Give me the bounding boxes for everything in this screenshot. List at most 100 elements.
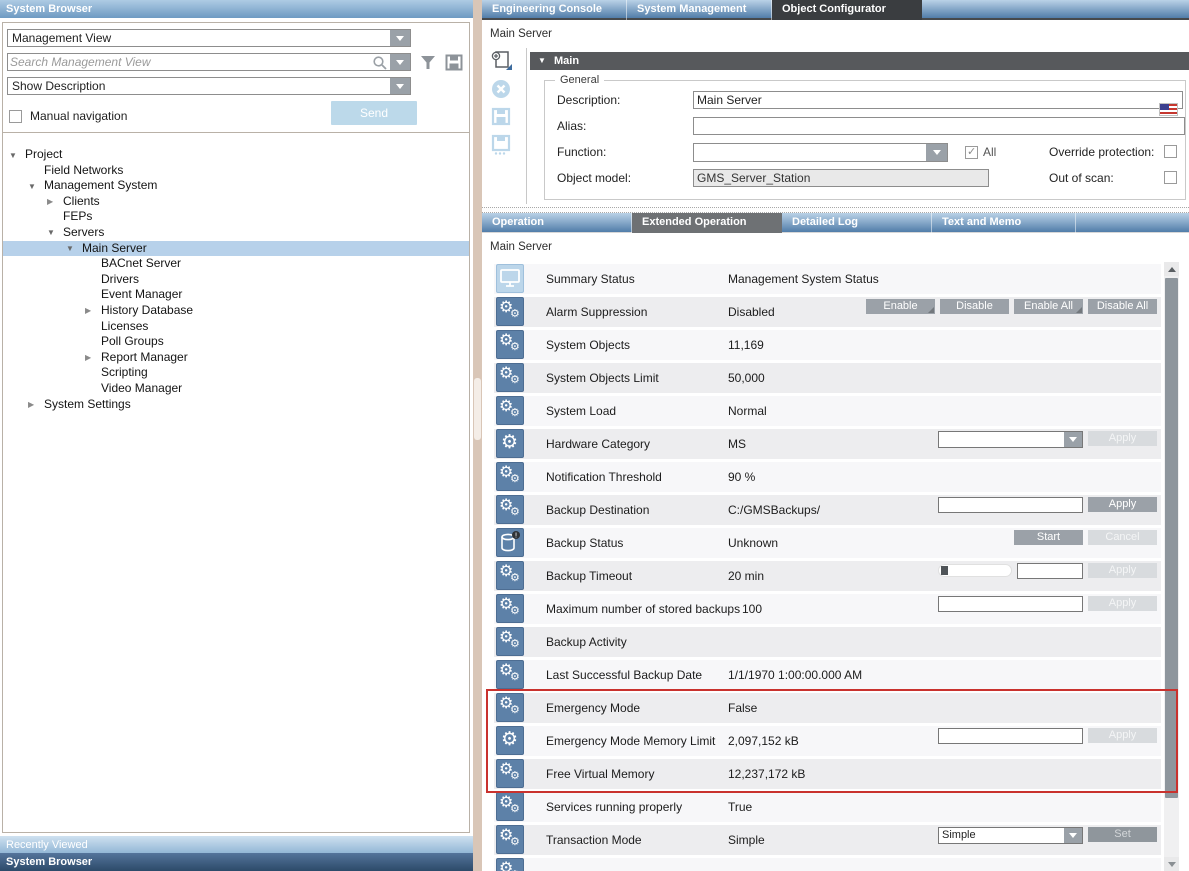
tree-item-main-server[interactable]: Main Server — [3, 241, 469, 257]
tree-item-clients[interactable]: Clients — [3, 194, 469, 210]
recently-viewed-bar[interactable]: Recently Viewed — [0, 835, 473, 853]
property-row[interactable]: ⚙⚙ — [494, 858, 1161, 871]
property-row[interactable]: Summary Status Management System Status — [494, 264, 1161, 294]
property-row[interactable]: ⚙⚙ Alarm Suppression Disabled Enable Dis… — [494, 297, 1161, 327]
tree-item-report-manager[interactable]: Report Manager — [3, 350, 469, 366]
property-row[interactable]: ⚙ Emergency Mode Memory Limit 2,097,152 … — [494, 726, 1161, 756]
search-input[interactable] — [10, 55, 370, 69]
expand-icon[interactable] — [85, 302, 101, 319]
tab-text-and-memo[interactable]: Text and Memo — [932, 213, 1076, 233]
start-button[interactable]: Start — [1014, 530, 1083, 545]
scroll-down-icon[interactable] — [1164, 857, 1179, 871]
apply-button[interactable]: Apply — [1088, 497, 1157, 512]
enable-all-button[interactable]: Enable All — [1014, 299, 1083, 314]
save-as-icon[interactable] — [490, 134, 514, 156]
new-object-icon[interactable] — [490, 50, 514, 72]
property-row[interactable]: ! Backup Status Unknown Start Cancel — [494, 528, 1161, 558]
system-browser-bar[interactable]: System Browser — [0, 853, 473, 871]
function-dropdown[interactable] — [693, 143, 948, 162]
backup-destination-input[interactable] — [938, 497, 1083, 513]
property-row[interactable]: ⚙⚙ Maximum number of stored backups 100 … — [494, 594, 1161, 624]
description-field[interactable] — [693, 91, 1183, 109]
override-protection-checkbox[interactable] — [1164, 145, 1177, 158]
list-scrollbar[interactable] — [1164, 262, 1179, 871]
manual-navigation-checkbox[interactable] — [9, 110, 22, 123]
property-row[interactable]: ⚙⚙ System Load Normal — [494, 396, 1161, 426]
tree-item-servers[interactable]: Servers — [3, 225, 469, 241]
cancel-circle-icon[interactable] — [490, 78, 514, 100]
tree-item-project[interactable]: Project — [3, 147, 469, 163]
chevron-down-icon[interactable] — [1064, 432, 1082, 447]
property-row[interactable]: ⚙ Hardware Category MS Apply — [494, 429, 1161, 459]
tree-item-management-system[interactable]: Management System — [3, 178, 469, 194]
collapse-icon[interactable] — [28, 178, 44, 195]
tree-item-poll-groups[interactable]: Poll Groups — [3, 334, 469, 350]
tab-extended-operation[interactable]: Extended Operation — [632, 213, 782, 233]
tree-item-bacnet-server[interactable]: BACnet Server — [3, 256, 469, 272]
tree-item-feps[interactable]: FEPs — [3, 209, 469, 225]
filter-icon[interactable] — [419, 54, 437, 71]
enable-button[interactable]: Enable — [866, 299, 935, 314]
collapse-icon[interactable] — [47, 224, 63, 241]
property-row[interactable]: ⚙⚙ Services running properly True — [494, 792, 1161, 822]
expand-icon[interactable] — [28, 396, 44, 413]
tree-item-video-manager[interactable]: Video Manager — [3, 381, 469, 397]
all-checkbox[interactable] — [965, 146, 978, 159]
expand-icon[interactable] — [47, 193, 63, 210]
tab-system-management[interactable]: System Management — [627, 0, 772, 20]
chevron-down-icon[interactable] — [926, 144, 947, 161]
property-row[interactable]: ⚙⚙ Backup Destination C:/GMSBackups/ App… — [494, 495, 1161, 525]
cancel-button[interactable]: Cancel — [1088, 530, 1157, 545]
property-row[interactable]: ⚙⚙ Last Successful Backup Date 1/1/1970 … — [494, 660, 1161, 690]
apply-button[interactable]: Apply — [1088, 728, 1157, 743]
view-selector[interactable]: Management View — [7, 29, 411, 47]
tab-operation[interactable]: Operation — [482, 213, 632, 233]
disable-button[interactable]: Disable — [940, 299, 1009, 314]
emergency-memory-limit-input[interactable] — [938, 728, 1083, 744]
slider-handle[interactable] — [941, 566, 948, 575]
save-icon[interactable] — [490, 106, 514, 128]
tree-item-system-settings[interactable]: System Settings — [3, 397, 469, 413]
hardware-category-dropdown[interactable] — [938, 431, 1083, 448]
tree-item-scripting[interactable]: Scripting — [3, 365, 469, 381]
alias-field[interactable] — [693, 117, 1185, 135]
scrollbar-thumb[interactable] — [1165, 278, 1178, 798]
save-icon[interactable] — [445, 54, 463, 71]
out-of-scan-checkbox[interactable] — [1164, 171, 1177, 184]
property-row[interactable]: ⚙⚙ Transaction Mode Simple Simple Set — [494, 825, 1161, 855]
tree-item-licenses[interactable]: Licenses — [3, 319, 469, 335]
tab-engineering-console[interactable]: Engineering Console — [482, 0, 627, 20]
send-button[interactable]: Send — [331, 101, 417, 125]
chevron-down-icon[interactable] — [390, 78, 410, 94]
collapse-icon[interactable] — [9, 147, 25, 164]
tree-item-drivers[interactable]: Drivers — [3, 272, 469, 288]
property-row[interactable]: ⚙⚙ System Objects 11,169 — [494, 330, 1161, 360]
tree-item-history-database[interactable]: History Database — [3, 303, 469, 319]
property-row[interactable]: ⚙⚙ System Objects Limit 50,000 — [494, 363, 1161, 393]
disable-all-button[interactable]: Disable All — [1088, 299, 1157, 314]
property-row[interactable]: ⚙⚙ Free Virtual Memory 12,237,172 kB — [494, 759, 1161, 789]
expand-icon[interactable] — [85, 349, 101, 366]
panel-splitter[interactable] — [473, 0, 482, 871]
display-mode-selector[interactable]: Show Description — [7, 77, 411, 95]
backup-timeout-input[interactable] — [1017, 563, 1083, 579]
apply-button[interactable]: Apply — [1088, 563, 1157, 578]
set-button[interactable]: Set — [1088, 827, 1157, 842]
search-icon[interactable] — [372, 55, 388, 70]
tree-item-field-networks[interactable]: Field Networks — [3, 163, 469, 179]
main-section-header[interactable]: Main — [530, 52, 1189, 70]
property-row[interactable]: ⚙⚙ Backup Timeout 20 min Apply — [494, 561, 1161, 591]
tree-item-event-manager[interactable]: Event Manager — [3, 287, 469, 303]
apply-button[interactable]: Apply — [1088, 596, 1157, 611]
transaction-mode-dropdown[interactable]: Simple — [938, 827, 1083, 844]
chevron-down-icon[interactable] — [390, 54, 410, 70]
collapse-icon[interactable] — [66, 240, 82, 257]
scroll-up-icon[interactable] — [1164, 262, 1179, 276]
tab-object-configurator[interactable]: Object Configurator — [772, 0, 922, 20]
property-row[interactable]: ⚙⚙ Backup Activity — [494, 627, 1161, 657]
max-backups-input[interactable] — [938, 596, 1083, 612]
chevron-down-icon[interactable] — [1064, 828, 1082, 843]
property-row[interactable]: ⚙⚙ Notification Threshold 90 % — [494, 462, 1161, 492]
tab-detailed-log[interactable]: Detailed Log — [782, 213, 932, 233]
backup-timeout-slider[interactable] — [938, 564, 1012, 577]
